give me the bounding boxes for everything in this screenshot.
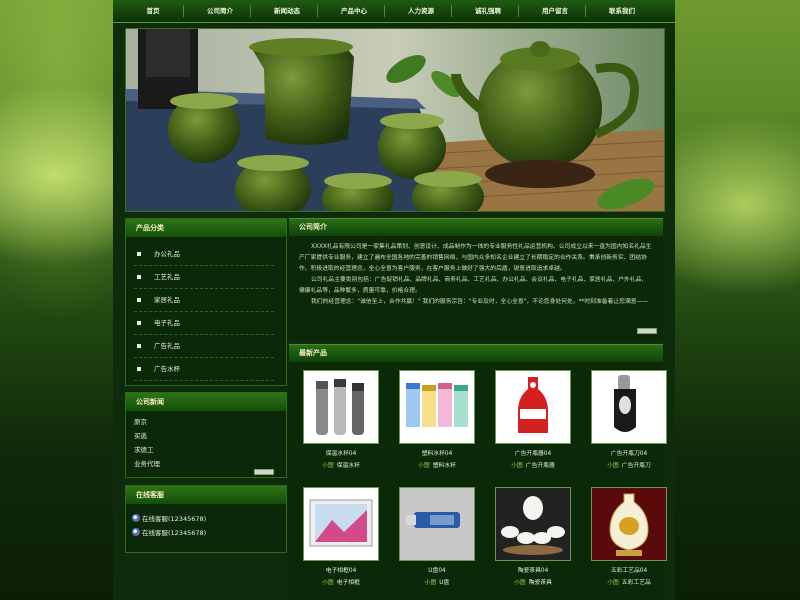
qq-contact-link[interactable]: 在线客服(12345678)	[132, 526, 206, 540]
service-panel: 在线客服 在线客服(12345678) 在线客服(12345678)	[125, 485, 287, 553]
news-item[interactable]: 求德工	[134, 443, 154, 457]
products-title: 最新产品	[289, 344, 663, 362]
nav-contact[interactable]: 联系我们	[594, 0, 650, 22]
news-item[interactable]: 买逃	[134, 429, 147, 443]
product-image[interactable]	[591, 370, 667, 444]
photo-frame-icon	[309, 499, 373, 547]
nav-about[interactable]: 公司简介	[192, 0, 248, 22]
banner-image	[125, 28, 665, 212]
product-card[interactable]: 五彩工艺品04 小图 五彩工艺品	[591, 487, 667, 587]
product-image[interactable]	[495, 487, 571, 561]
usb-drive-icon	[406, 512, 460, 528]
news-title: 公司新闻	[126, 393, 286, 411]
plastic-cup-icon	[406, 383, 468, 427]
product-category: 小图 电子相框	[322, 580, 360, 586]
about-panel: 公司简介 XXXX礼品有限公司是一家集礼品策划、创意设计、成品制作为一体的专业服…	[289, 218, 663, 340]
product-category: 小图 U盘	[424, 580, 450, 586]
product-image[interactable]	[399, 487, 475, 561]
nav-divider	[384, 5, 385, 17]
tea-set-illustration	[126, 29, 664, 211]
product-card[interactable]: 陶瓷茶具04 小图 陶瓷茶具	[495, 487, 571, 587]
ceramic-teaset-icon	[501, 496, 565, 555]
product-image[interactable]	[495, 370, 571, 444]
about-paragraph: 公司礼品主要类别包括：广告促销礼品、品牌礼品、商务礼品、工艺礼品、办公礼品、会议…	[299, 277, 648, 294]
about-paragraph: 我们的经营理念："诚信至上，合作共赢！" 我们的服务宗旨："专业及时，全心全意"…	[311, 299, 649, 305]
nav-news[interactable]: 新闻动态	[259, 0, 315, 22]
category-item[interactable]: 家居礼品	[134, 289, 274, 312]
product-card[interactable]: 广告开瓶器04 小图 广告开瓶器	[495, 370, 571, 470]
product-name[interactable]: 陶瓷茶具04	[495, 565, 571, 574]
opener-knife-icon	[614, 375, 636, 432]
qq-contact-link[interactable]: 在线客服(12345678)	[132, 512, 206, 526]
bullet-icon	[137, 252, 141, 256]
product-image[interactable]	[303, 370, 379, 444]
product-name[interactable]: 塑料水杯04	[399, 448, 475, 457]
product-category: 小图 五彩工艺品	[607, 580, 651, 586]
news-item[interactable]: 原京	[134, 415, 147, 429]
vase-icon	[609, 493, 649, 556]
product-card[interactable]: 保温水杯04 小图 保温水杯	[303, 370, 379, 470]
product-card[interactable]: 电子相框04 小图 电子相框	[303, 487, 379, 587]
qq-icon	[132, 514, 140, 522]
nav-divider	[451, 5, 452, 17]
product-category: 小图 陶瓷茶具	[514, 580, 552, 586]
nav-hr[interactable]: 人力资源	[393, 0, 449, 22]
category-item[interactable]: 广告礼品	[134, 335, 274, 358]
about-title: 公司简介	[289, 218, 663, 236]
bullet-icon	[137, 298, 141, 302]
qq-icon	[132, 528, 140, 536]
category-item[interactable]: 工艺礼品	[134, 266, 274, 289]
nav-divider	[250, 5, 251, 17]
product-name[interactable]: U盘04	[399, 565, 475, 574]
product-category: 小图 保温水杯	[322, 463, 360, 469]
product-image[interactable]	[399, 370, 475, 444]
products-panel: 最新产品 保温水杯04 小图 保温水杯 塑料水杯04 小图 塑料水杯 广告开瓶器…	[289, 344, 667, 600]
bullet-icon	[137, 367, 141, 371]
product-name[interactable]: 广告开瓶刀04	[591, 448, 667, 457]
bullet-icon	[137, 321, 141, 325]
news-more-button[interactable]	[254, 469, 274, 475]
about-more-button[interactable]	[637, 328, 657, 334]
product-card[interactable]: U盘04 小图 U盘	[399, 487, 475, 587]
category-title: 产品分类	[126, 219, 286, 237]
top-nav: 首页 公司简介 新闻动态 产品中心 人力资源 诚礼强聘 用户留言 联系我们	[113, 0, 675, 23]
news-item[interactable]: 业务代理	[134, 457, 160, 471]
product-category: 小图 广告开瓶刀	[607, 463, 651, 469]
category-item[interactable]: 办公礼品	[134, 243, 274, 266]
product-category: 小图 塑料水杯	[418, 463, 456, 469]
product-card[interactable]: 广告开瓶刀04 小图 广告开瓶刀	[591, 370, 667, 470]
product-image[interactable]	[591, 487, 667, 561]
product-name[interactable]: 保温水杯04	[303, 448, 379, 457]
nav-divider	[518, 5, 519, 17]
page-container: 首页 公司简介 新闻动态 产品中心 人力资源 诚礼强聘 用户留言 联系我们 产品…	[113, 0, 675, 600]
thermos-icon	[316, 379, 364, 435]
category-item[interactable]: 广告水杯	[134, 358, 274, 381]
about-paragraph: XXXX礼品有限公司是一家集礼品策划、创意设计、成品制作为一体的专业服务性礼品运…	[299, 244, 652, 272]
product-name[interactable]: 电子相框04	[303, 565, 379, 574]
category-item[interactable]: 电子礼品	[134, 312, 274, 335]
product-name[interactable]: 广告开瓶器04	[495, 448, 571, 457]
news-panel: 公司新闻 原京 买逃 求德工 业务代理	[125, 392, 287, 478]
nav-recruit[interactable]: 诚礼强聘	[460, 0, 516, 22]
nav-divider	[317, 5, 318, 17]
bullet-icon	[137, 275, 141, 279]
bullet-icon	[137, 344, 141, 348]
category-panel: 产品分类 办公礼品 工艺礼品 家居礼品 电子礼品 广告礼品 广告水杯	[125, 218, 287, 386]
product-name[interactable]: 五彩工艺品04	[591, 565, 667, 574]
nav-products[interactable]: 产品中心	[326, 0, 382, 22]
product-card[interactable]: 塑料水杯04 小图 塑料水杯	[399, 370, 475, 470]
nav-divider	[585, 5, 586, 17]
about-text: XXXX礼品有限公司是一家集礼品策划、创意设计、成品制作为一体的专业服务性礼品运…	[299, 242, 653, 308]
bottle-opener-icon	[518, 377, 548, 433]
nav-divider	[183, 5, 184, 17]
nav-guestbook[interactable]: 用户留言	[527, 0, 583, 22]
product-category: 小图 广告开瓶器	[511, 463, 555, 469]
service-title: 在线客服	[126, 486, 286, 504]
product-image[interactable]	[303, 487, 379, 561]
nav-home[interactable]: 首页	[125, 0, 181, 22]
